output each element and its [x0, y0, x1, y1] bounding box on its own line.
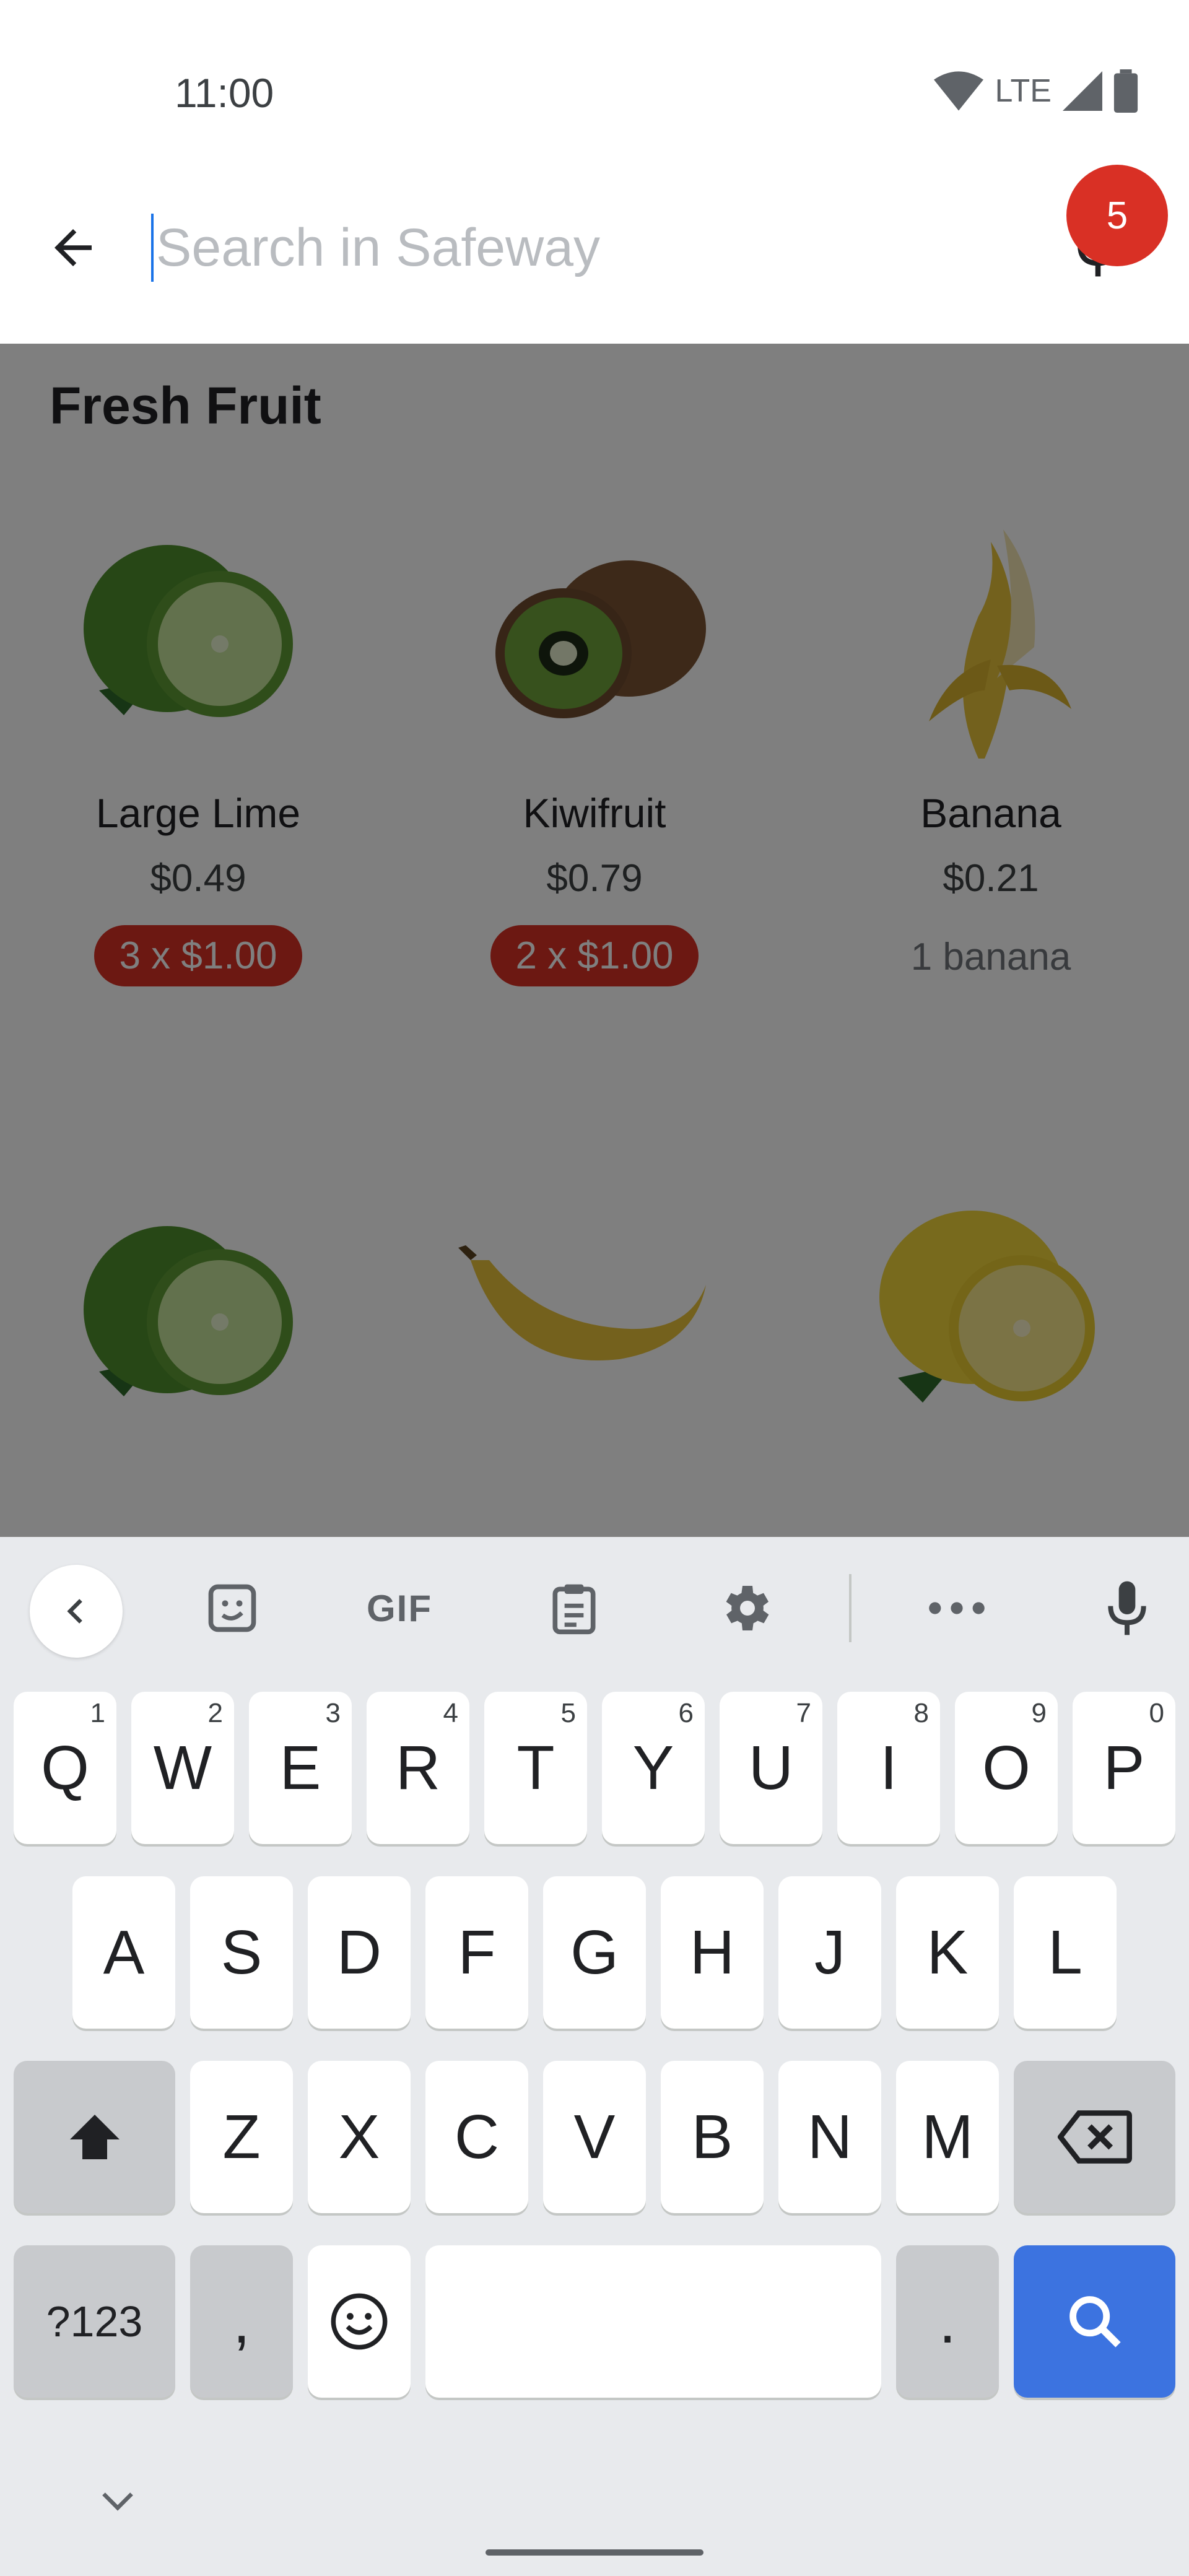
keyboard-voice-button[interactable] [1081, 1562, 1174, 1655]
microphone-icon [1108, 1581, 1146, 1635]
clipboard-button[interactable] [528, 1562, 621, 1655]
back-button[interactable] [31, 192, 115, 303]
search-icon [1069, 2296, 1121, 2348]
key-g[interactable]: G [543, 1876, 646, 2029]
key-hint: 5 [560, 1698, 576, 1728]
shift-key[interactable] [14, 2061, 175, 2213]
toolbar-collapse-button[interactable] [30, 1565, 123, 1658]
key-hint: 8 [913, 1698, 929, 1728]
key-n[interactable]: N [778, 2061, 881, 2213]
key-hint: 4 [443, 1698, 458, 1728]
key-p[interactable]: P0 [1073, 1692, 1175, 1844]
period-key[interactable]: . [896, 2245, 999, 2398]
key-q[interactable]: Q1 [14, 1692, 116, 1844]
key-z[interactable]: Z [190, 2061, 293, 2213]
key-r[interactable]: R4 [367, 1692, 469, 1844]
key-hint: 7 [796, 1698, 811, 1728]
emoji-icon [331, 2293, 388, 2350]
sticker-button[interactable] [186, 1562, 279, 1655]
key-label: O [982, 1733, 1030, 1803]
key-d[interactable]: D [308, 1876, 411, 2029]
space-key[interactable] [425, 2245, 881, 2398]
keyboard-hide-button[interactable] [93, 2483, 142, 2520]
gear-icon [726, 1586, 769, 1630]
network-type: LTE [995, 73, 1052, 109]
gif-label: GIF [367, 1587, 432, 1629]
backspace-icon [1057, 2110, 1132, 2164]
shift-icon [69, 2115, 120, 2159]
key-h[interactable]: H [661, 1876, 764, 2029]
key-c[interactable]: C [425, 2061, 528, 2213]
key-label: P [1103, 1733, 1145, 1803]
battery-icon [1113, 69, 1138, 113]
key-label: I [880, 1733, 897, 1803]
clipboard-icon [552, 1584, 596, 1635]
key-hint: 2 [207, 1698, 223, 1728]
key-label: E [279, 1733, 321, 1803]
key-w[interactable]: W2 [131, 1692, 234, 1844]
gesture-nav-handle[interactable] [486, 2549, 703, 2556]
emoji-key[interactable] [308, 2245, 411, 2398]
key-a[interactable]: A [72, 1876, 175, 2029]
chevron-down-icon [102, 2492, 133, 2511]
key-l[interactable]: L [1014, 1876, 1117, 2029]
comma-key[interactable]: , [190, 2245, 293, 2398]
key-hint: 9 [1031, 1698, 1047, 1728]
key-f[interactable]: F [425, 1876, 528, 2029]
sticker-icon [208, 1584, 256, 1632]
status-time: 11:00 [175, 70, 274, 116]
key-e[interactable]: E3 [249, 1692, 352, 1844]
key-v[interactable]: V [543, 2061, 646, 2213]
key-m[interactable]: M [896, 2061, 999, 2213]
cart-quantity-badge: 5 [1066, 165, 1168, 266]
key-label: R [395, 1733, 441, 1803]
key-k[interactable]: K [896, 1876, 999, 2029]
more-horizontal-icon [929, 1602, 985, 1614]
toolbar-divider [849, 1574, 851, 1642]
key-hint: 0 [1149, 1698, 1164, 1728]
key-hint: 1 [90, 1698, 105, 1728]
key-x[interactable]: X [308, 2061, 411, 2213]
key-label: W [153, 1733, 212, 1803]
wifi-icon [934, 71, 984, 111]
search-placeholder: Search in Safeway [156, 217, 601, 277]
text-cursor [151, 214, 154, 282]
backspace-key[interactable] [1014, 2061, 1175, 2213]
key-hint: 3 [325, 1698, 341, 1728]
key-i[interactable]: I8 [837, 1692, 940, 1844]
key-b[interactable]: B [661, 2061, 764, 2213]
search-input[interactable]: Search in Safeway [151, 214, 1018, 282]
status-icons: LTE [934, 69, 1138, 113]
more-options-button[interactable] [910, 1562, 1003, 1655]
key-label: Q [41, 1733, 89, 1803]
search-action-key[interactable] [1014, 2245, 1175, 2398]
key-s[interactable]: S [190, 1876, 293, 2029]
key-t[interactable]: T5 [484, 1692, 587, 1844]
key-j[interactable]: J [778, 1876, 881, 2029]
keyboard-toolbar: GIF [0, 1537, 1189, 1673]
key-hint: 6 [678, 1698, 694, 1728]
key-o[interactable]: O9 [955, 1692, 1058, 1844]
key-y[interactable]: Y6 [602, 1692, 705, 1844]
gif-button[interactable]: GIF [353, 1562, 446, 1655]
dim-overlay[interactable] [0, 344, 1189, 1537]
symbols-key[interactable]: ?123 [14, 2245, 175, 2398]
arrow-back-icon [54, 229, 92, 266]
key-label: Y [632, 1733, 674, 1803]
chevron-left-icon [67, 1599, 82, 1624]
key-label: T [516, 1733, 555, 1803]
soft-keyboard: GIF Q1 W2 E3 R4 T5 Y6 U7 I8 O9 P0 A S D … [0, 1537, 1189, 2576]
keyboard-settings-button[interactable] [699, 1562, 791, 1655]
status-bar: 11:00 LTE [0, 0, 1189, 180]
key-u[interactable]: U7 [720, 1692, 822, 1844]
key-label: U [748, 1733, 794, 1803]
signal-icon [1063, 71, 1102, 111]
